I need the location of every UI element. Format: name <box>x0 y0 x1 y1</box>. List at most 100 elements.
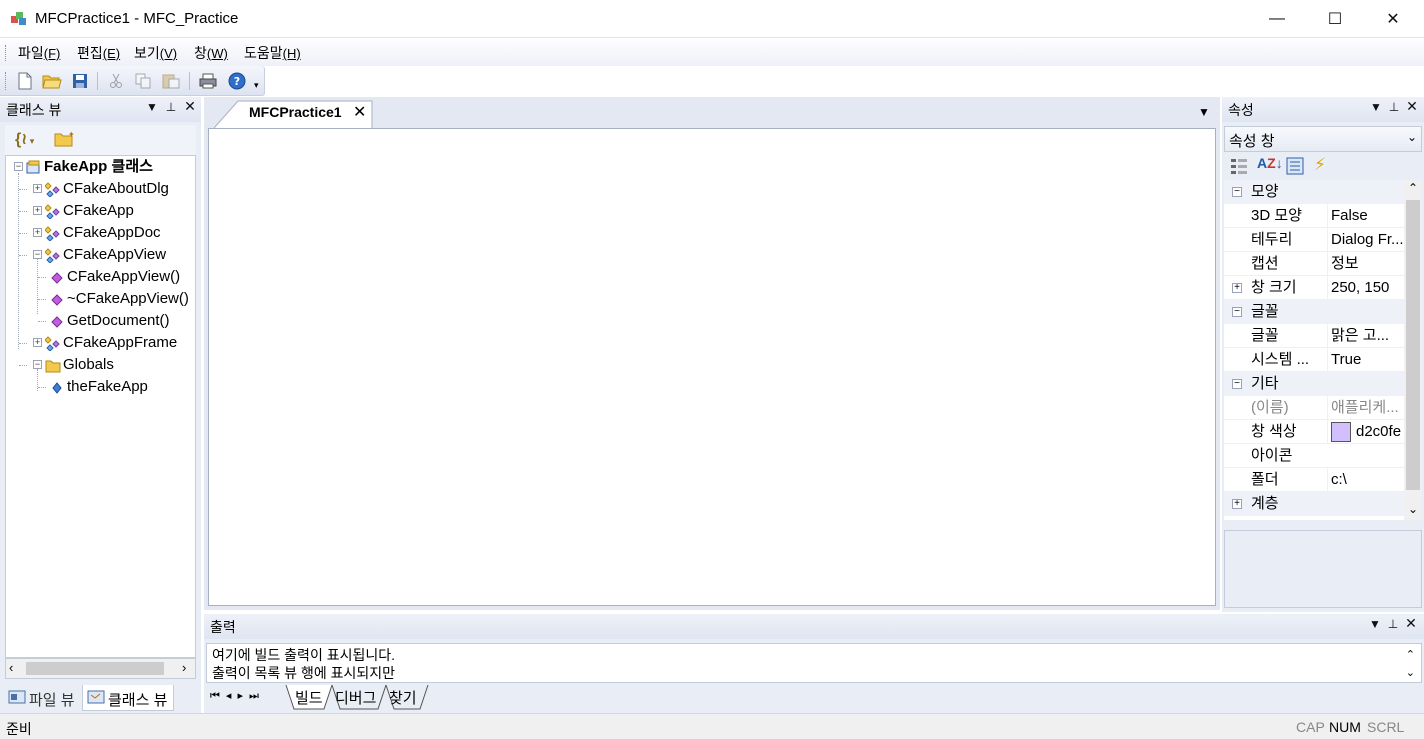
tree-item[interactable]: + CFakeAboutDlg <box>6 178 195 200</box>
close-pane-icon[interactable]: ✕ <box>1403 98 1421 115</box>
toolbar-grip[interactable] <box>5 72 8 90</box>
close-pane-icon[interactable]: ✕ <box>1402 615 1420 632</box>
property-value[interactable]: 250, 150 <box>1327 276 1404 300</box>
first-tab-icon[interactable]: ⏮ <box>210 690 226 702</box>
alphabetical-button[interactable]: AZ↓ <box>1257 155 1283 171</box>
property-value[interactable]: False <box>1327 204 1404 228</box>
tab-build[interactable]: 빌드 <box>295 687 323 708</box>
scroll-thumb[interactable] <box>26 662 164 675</box>
expand-icon[interactable]: + <box>33 206 42 215</box>
tree-item[interactable]: ~CFakeAppView() <box>6 288 195 310</box>
property-value[interactable]: 애플리케... <box>1327 396 1404 420</box>
class-tree-horizontal-scrollbar[interactable]: ‹ › <box>5 658 196 679</box>
pane-menu-chevron-icon[interactable]: ▼ <box>143 100 161 114</box>
close-pane-icon[interactable]: ✕ <box>181 98 199 115</box>
property-value[interactable]: c:\ <box>1327 468 1404 492</box>
collapse-icon[interactable]: − <box>14 162 23 171</box>
save-button[interactable] <box>69 70 91 92</box>
tab-class-view[interactable]: 클래스 뷰 <box>82 685 174 711</box>
pane-menu-chevron-icon[interactable]: ▼ <box>1367 100 1385 114</box>
property-row[interactable]: + 창 크기 250, 150 <box>1224 276 1404 300</box>
pin-icon[interactable]: ⊥ <box>162 100 180 114</box>
expand-icon[interactable]: + <box>33 184 42 193</box>
sort-classes-button[interactable]: {≀ ▾ <box>15 129 34 149</box>
property-row[interactable]: 캡션 정보 <box>1224 252 1404 276</box>
maximize-button[interactable]: ☐ <box>1306 0 1364 38</box>
scroll-left-icon[interactable]: ‹ <box>9 660 13 675</box>
property-category[interactable]: − 모양 <box>1224 180 1404 204</box>
scroll-right-icon[interactable]: › <box>182 660 186 675</box>
paste-button[interactable] <box>160 70 182 92</box>
menu-item[interactable]: 보기(V) <box>134 43 177 63</box>
document-view[interactable] <box>208 128 1216 606</box>
menu-item[interactable]: 편집(E) <box>77 43 120 63</box>
property-value[interactable]: d2c0fe <box>1327 420 1404 444</box>
property-row[interactable]: 테두리 Dialog Fr... <box>1224 228 1404 252</box>
menu-item[interactable]: 창(W) <box>194 43 228 63</box>
property-category[interactable]: − 기타 <box>1224 372 1404 396</box>
expand-icon[interactable]: + <box>1232 283 1242 293</box>
menu-item[interactable]: 도움말(H) <box>244 43 301 63</box>
document-tab-label[interactable]: MFCPractice1 <box>249 104 342 120</box>
property-value[interactable]: Dialog Fr... <box>1327 228 1404 252</box>
scroll-down-icon[interactable]: ⌄ <box>1406 664 1415 682</box>
pane-menu-chevron-icon[interactable]: ▼ <box>1366 617 1384 631</box>
copy-button[interactable] <box>132 70 154 92</box>
tree-item[interactable]: CFakeAppView() <box>6 266 195 288</box>
new-file-button[interactable] <box>14 70 36 92</box>
tree-item[interactable]: − Globals <box>6 354 195 376</box>
pin-icon[interactable]: ⊥ <box>1385 100 1403 114</box>
property-row[interactable]: 창 색상 d2c0fe <box>1224 420 1404 444</box>
next-tab-icon[interactable]: ▸ <box>237 690 249 702</box>
pin-icon[interactable]: ⊥ <box>1384 617 1402 631</box>
open-button[interactable] <box>41 70 63 92</box>
events-button[interactable]: ⚡ <box>1314 155 1326 175</box>
output-text-list[interactable]: 여기에 빌드 출력이 표시됩니다. 출력이 목록 뷰 행에 표시되지만 ⌃ ⌄ <box>206 643 1422 683</box>
expand-icon[interactable]: + <box>33 338 42 347</box>
property-row[interactable]: (이름) 애플리케... <box>1224 396 1404 420</box>
property-row[interactable]: 글꼴 맑은 고... <box>1224 324 1404 348</box>
tree-item[interactable]: − CFakeAppView <box>6 244 195 266</box>
last-tab-icon[interactable]: ⏭ <box>249 690 265 702</box>
tab-file-view[interactable]: 파일 뷰 <box>4 685 80 711</box>
property-row[interactable]: 3D 모양 False <box>1224 204 1404 228</box>
property-category[interactable]: − 글꼴 <box>1224 300 1404 324</box>
property-grid-vertical-scrollbar[interactable]: ⌃ ⌄ <box>1404 180 1422 520</box>
tree-item[interactable]: GetDocument() <box>6 310 195 332</box>
expand-icon[interactable]: + <box>1232 499 1242 509</box>
tree-item[interactable]: + CFakeAppDoc <box>6 222 195 244</box>
new-folder-button[interactable]: ✦ <box>54 130 75 150</box>
scroll-down-icon[interactable]: ⌄ <box>1408 502 1418 516</box>
minimize-button[interactable]: — <box>1248 0 1306 38</box>
collapse-icon[interactable]: − <box>1232 307 1242 317</box>
collapse-icon[interactable]: − <box>1232 187 1242 197</box>
menu-item[interactable]: 파일(F) <box>18 43 60 63</box>
prev-tab-icon[interactable]: ◂ <box>226 690 238 702</box>
collapse-icon[interactable]: − <box>1232 379 1242 389</box>
tree-item[interactable]: + CFakeApp <box>6 200 195 222</box>
property-value[interactable]: True <box>1327 348 1404 372</box>
menubar-grip[interactable] <box>5 45 8 61</box>
property-row[interactable]: 아이콘 <box>1224 444 1404 468</box>
property-value[interactable]: 정보 <box>1327 252 1404 276</box>
tree-item[interactable]: theFakeApp <box>6 376 195 398</box>
scroll-thumb[interactable] <box>1406 200 1420 490</box>
toolbar-overflow-chevron-icon[interactable]: ▾ <box>254 80 259 91</box>
property-row[interactable]: 시스템 ... True <box>1224 348 1404 372</box>
property-category[interactable]: + 계층 <box>1224 492 1404 516</box>
print-button[interactable] <box>197 70 219 92</box>
tab-scroll-buttons[interactable]: ⏮◂▸⏭ <box>210 689 265 703</box>
collapse-icon[interactable]: − <box>33 250 42 259</box>
collapse-icon[interactable]: − <box>33 360 42 369</box>
help-button[interactable]: ? <box>226 70 248 92</box>
property-row[interactable]: 폴더 c:\ <box>1224 468 1404 492</box>
tree-item[interactable]: − FakeApp 클래스 <box>6 156 195 178</box>
properties-object-combo[interactable]: 속성 창 ⌄ <box>1224 126 1422 152</box>
scroll-up-icon[interactable]: ⌃ <box>1408 181 1418 195</box>
property-value[interactable]: 맑은 고... <box>1327 324 1404 348</box>
scroll-up-icon[interactable]: ⌃ <box>1406 646 1415 664</box>
document-list-chevron-icon[interactable]: ▼ <box>1198 105 1210 119</box>
cut-button[interactable] <box>105 70 127 92</box>
tree-item[interactable]: + CFakeAppFrame <box>6 332 195 354</box>
close-button[interactable]: ✕ <box>1364 0 1422 38</box>
